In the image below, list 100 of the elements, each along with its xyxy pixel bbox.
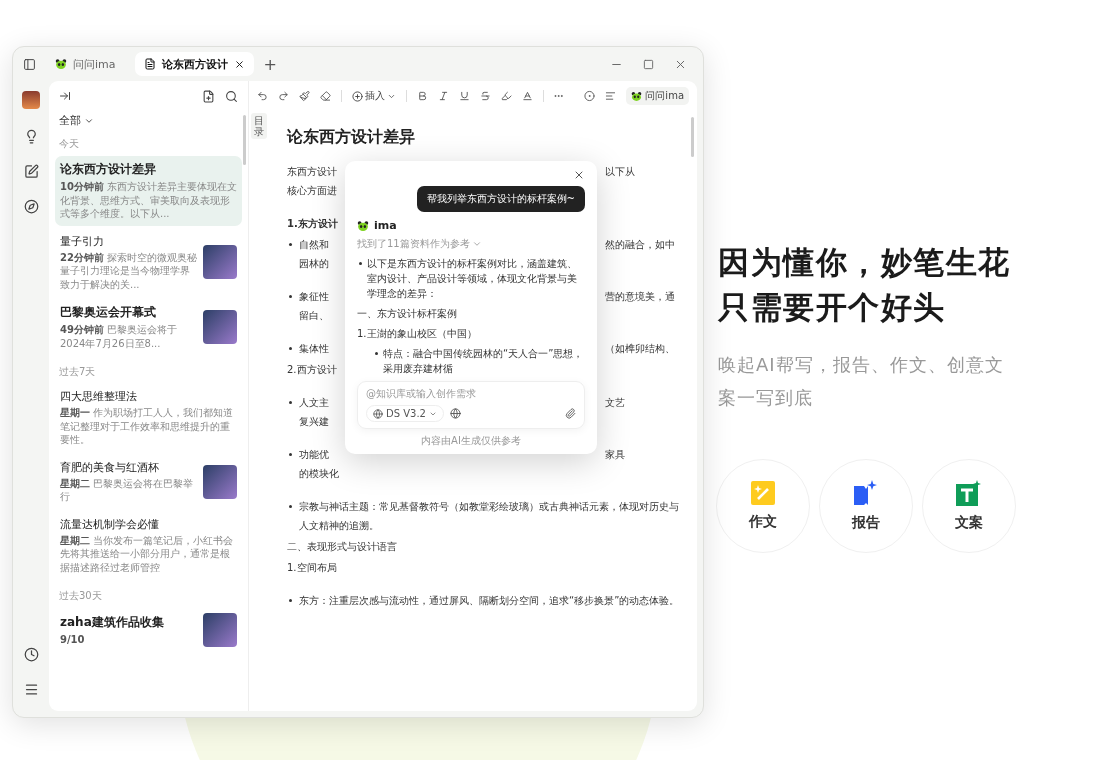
target-icon[interactable]	[584, 90, 596, 102]
window-tab[interactable]: 问问ima	[46, 52, 125, 76]
bullet-dot	[289, 401, 292, 404]
note-title: 育肥的美食与红酒杯	[60, 459, 160, 475]
model-selector[interactable]: DS V3.2	[366, 405, 444, 422]
clock-icon[interactable]	[23, 647, 39, 662]
note-title: 四大思维整理法	[60, 389, 138, 404]
panda-icon	[357, 219, 369, 232]
note-item[interactable]: zaha建筑作品收集 9/10	[55, 608, 242, 652]
headline: 因为懂你，妙笔生花只需要开个好头	[718, 243, 1012, 327]
feature-button[interactable]: 文案	[922, 459, 1016, 553]
italic-icon[interactable]	[437, 90, 449, 102]
document-title: 论东西方设计差异	[287, 127, 416, 148]
document-text: 以下从	[605, 165, 635, 179]
note-title: zaha建筑作品收集	[60, 613, 165, 631]
group-label: 过去7天	[58, 365, 97, 379]
new-note-icon[interactable]	[202, 89, 215, 103]
close-icon[interactable]	[573, 169, 585, 181]
search-icon[interactable]	[225, 89, 238, 103]
document-text: 文艺	[605, 396, 625, 410]
avatar-photo-placeholder[interactable]	[22, 91, 40, 109]
bullet-dot	[289, 453, 292, 456]
note-item[interactable]: 巴黎奥运会开幕式 49分钟前 巴黎奥运会将于2024年7月26日至8...	[55, 299, 242, 355]
document-text: 2.西方设计	[287, 364, 337, 375]
sidebar-toggle-icon[interactable]	[23, 57, 36, 71]
document-text: 复兴建	[299, 416, 329, 427]
note-preview: 星期二 当你发布一篇笔记后，小红书会先将其推送给一小部分用户，通常是根据描述路径过老师管控	[60, 533, 234, 574]
document-text: 1.空间布局	[287, 562, 337, 573]
document-text: 自然和	[299, 239, 329, 250]
maximize-icon[interactable]	[643, 58, 654, 70]
note-title: 量子引力	[60, 233, 105, 249]
close-icon[interactable]	[233, 58, 245, 70]
compass-icon[interactable]	[23, 199, 39, 214]
web-search-icon[interactable]	[450, 408, 461, 419]
prompt-input[interactable]: @知识库或输入创作需求 DS V3.2	[357, 381, 585, 429]
attach-icon[interactable]	[565, 408, 576, 419]
document-text: 宗教与神话主题：常见基督教符号（如教堂彩绘玻璃）或古典神话元素，体现对历史与	[299, 501, 679, 512]
collapse-icon[interactable]	[59, 90, 71, 102]
note-preview: 10分钟前 东西方设计差异主要体现在文化背景、思维方式、审美取向及表现形式等多个维度。以下从...	[60, 180, 237, 221]
document-text: 二、表现形式与设计语言	[287, 541, 397, 552]
note-preview: 星期二 巴黎奥运会将在巴黎举行	[60, 476, 194, 504]
letter-t-sparkle-icon	[956, 480, 982, 506]
scrollbar[interactable]	[691, 117, 694, 157]
note-item[interactable]: 四大思维整理法 星期一 作为职场打工人人，我们都知道笔记整理对于工作效率和思维提升的重要性。	[55, 384, 242, 452]
note-item[interactable]: 育肥的美食与红酒杯 星期二 巴黎奥运会将在巴黎举行	[55, 454, 242, 509]
chevron-down-icon	[471, 239, 482, 249]
document-text: 东方：注重层次感与流动性，通过屏风、隔断划分空间，追求“移步换景”的动态体验。	[299, 595, 680, 606]
note-item[interactable]: 论东西方设计差异 10分钟前 东西方设计差异主要体现在文化背景、思维方式、审美取向及表现形式等多个维度。以下从...	[55, 156, 242, 226]
subtitle: 唤起AI帮写，报告、作文、创意文案一写到底	[718, 353, 1005, 410]
book-sparkle-icon	[853, 480, 879, 506]
new-tab-button[interactable]: +	[263, 54, 277, 74]
globe-icon	[373, 408, 383, 419]
document-text: 营的意境美，通	[605, 290, 675, 304]
menu-icon[interactable]	[23, 682, 39, 697]
document-text: 家具	[605, 448, 625, 462]
group-label: 今天	[58, 137, 80, 151]
feature-button[interactable]: 报告	[819, 459, 913, 553]
feature-button[interactable]: 作文	[716, 459, 810, 553]
scrollbar[interactable]	[243, 115, 246, 165]
note-item[interactable]: 流量达机制学会必懂 星期二 当你发布一篇笔记后，小红书会先将其推送给一小部分用户，通常是根据描述路径过老师管控	[55, 511, 242, 579]
undo-icon[interactable]	[257, 90, 268, 102]
document-text: （如榫卯结构、	[605, 342, 675, 356]
panda-icon	[631, 90, 643, 102]
panda-icon	[55, 58, 67, 70]
format-painter-icon[interactable]	[298, 90, 310, 102]
note-preview: 9/10	[60, 632, 86, 647]
font-color-icon[interactable]	[521, 90, 533, 102]
underline-icon[interactable]	[458, 90, 470, 102]
document-text: 核心方面进	[287, 185, 337, 196]
filter-dropdown[interactable]: 全部	[55, 111, 98, 130]
note-preview: 星期一 作为职场打工人人，我们都知道笔记整理对于工作效率和思维提升的重要性。	[60, 406, 234, 447]
window-tab[interactable]: 论东西方设计	[134, 52, 254, 76]
edit-icon[interactable]	[23, 164, 39, 179]
bullet-dot	[289, 243, 292, 246]
bold-icon[interactable]	[416, 90, 428, 102]
strikethrough-icon[interactable]	[479, 90, 491, 102]
assistant-name: ima	[374, 219, 397, 232]
outline-icon[interactable]	[605, 90, 617, 102]
document-text: 人文主	[299, 397, 329, 408]
ask-ima-button[interactable]: 问问ima	[626, 87, 689, 105]
bullet-dot	[289, 599, 292, 602]
user-message: 帮我列举东西方设计的标杆案例~	[416, 186, 585, 212]
note-preview: 49分钟前 巴黎奥运会将于2024年7月26日至8...	[60, 323, 178, 350]
document-icon	[143, 58, 156, 70]
document-text: 园林的	[299, 258, 329, 269]
note-preview: 22分钟前 探索时空的微观奥秘量子引力理论是当今物理学界致力于解决的关...	[60, 250, 197, 291]
document-text: 留白、	[299, 310, 329, 321]
document-text: 功能优	[299, 449, 329, 460]
document-text: 东西方设计	[287, 166, 337, 177]
highlighter-icon[interactable]	[500, 90, 512, 102]
group-label: 过去30天	[58, 589, 103, 603]
outline-tab[interactable]: 目录	[251, 113, 267, 139]
note-title: 流量达机制学会必懂	[60, 516, 160, 532]
note-item[interactable]: 量子引力 22分钟前 探索时空的微观奥秘量子引力理论是当今物理学界致力于解决的关...	[55, 228, 242, 296]
eraser-icon[interactable]	[319, 90, 331, 102]
redo-icon[interactable]	[277, 90, 289, 102]
insert-button[interactable]: 插入	[351, 89, 396, 103]
bullet-dot	[289, 505, 292, 508]
document-text: 象征性	[299, 291, 329, 302]
bullet-dot	[289, 347, 292, 350]
